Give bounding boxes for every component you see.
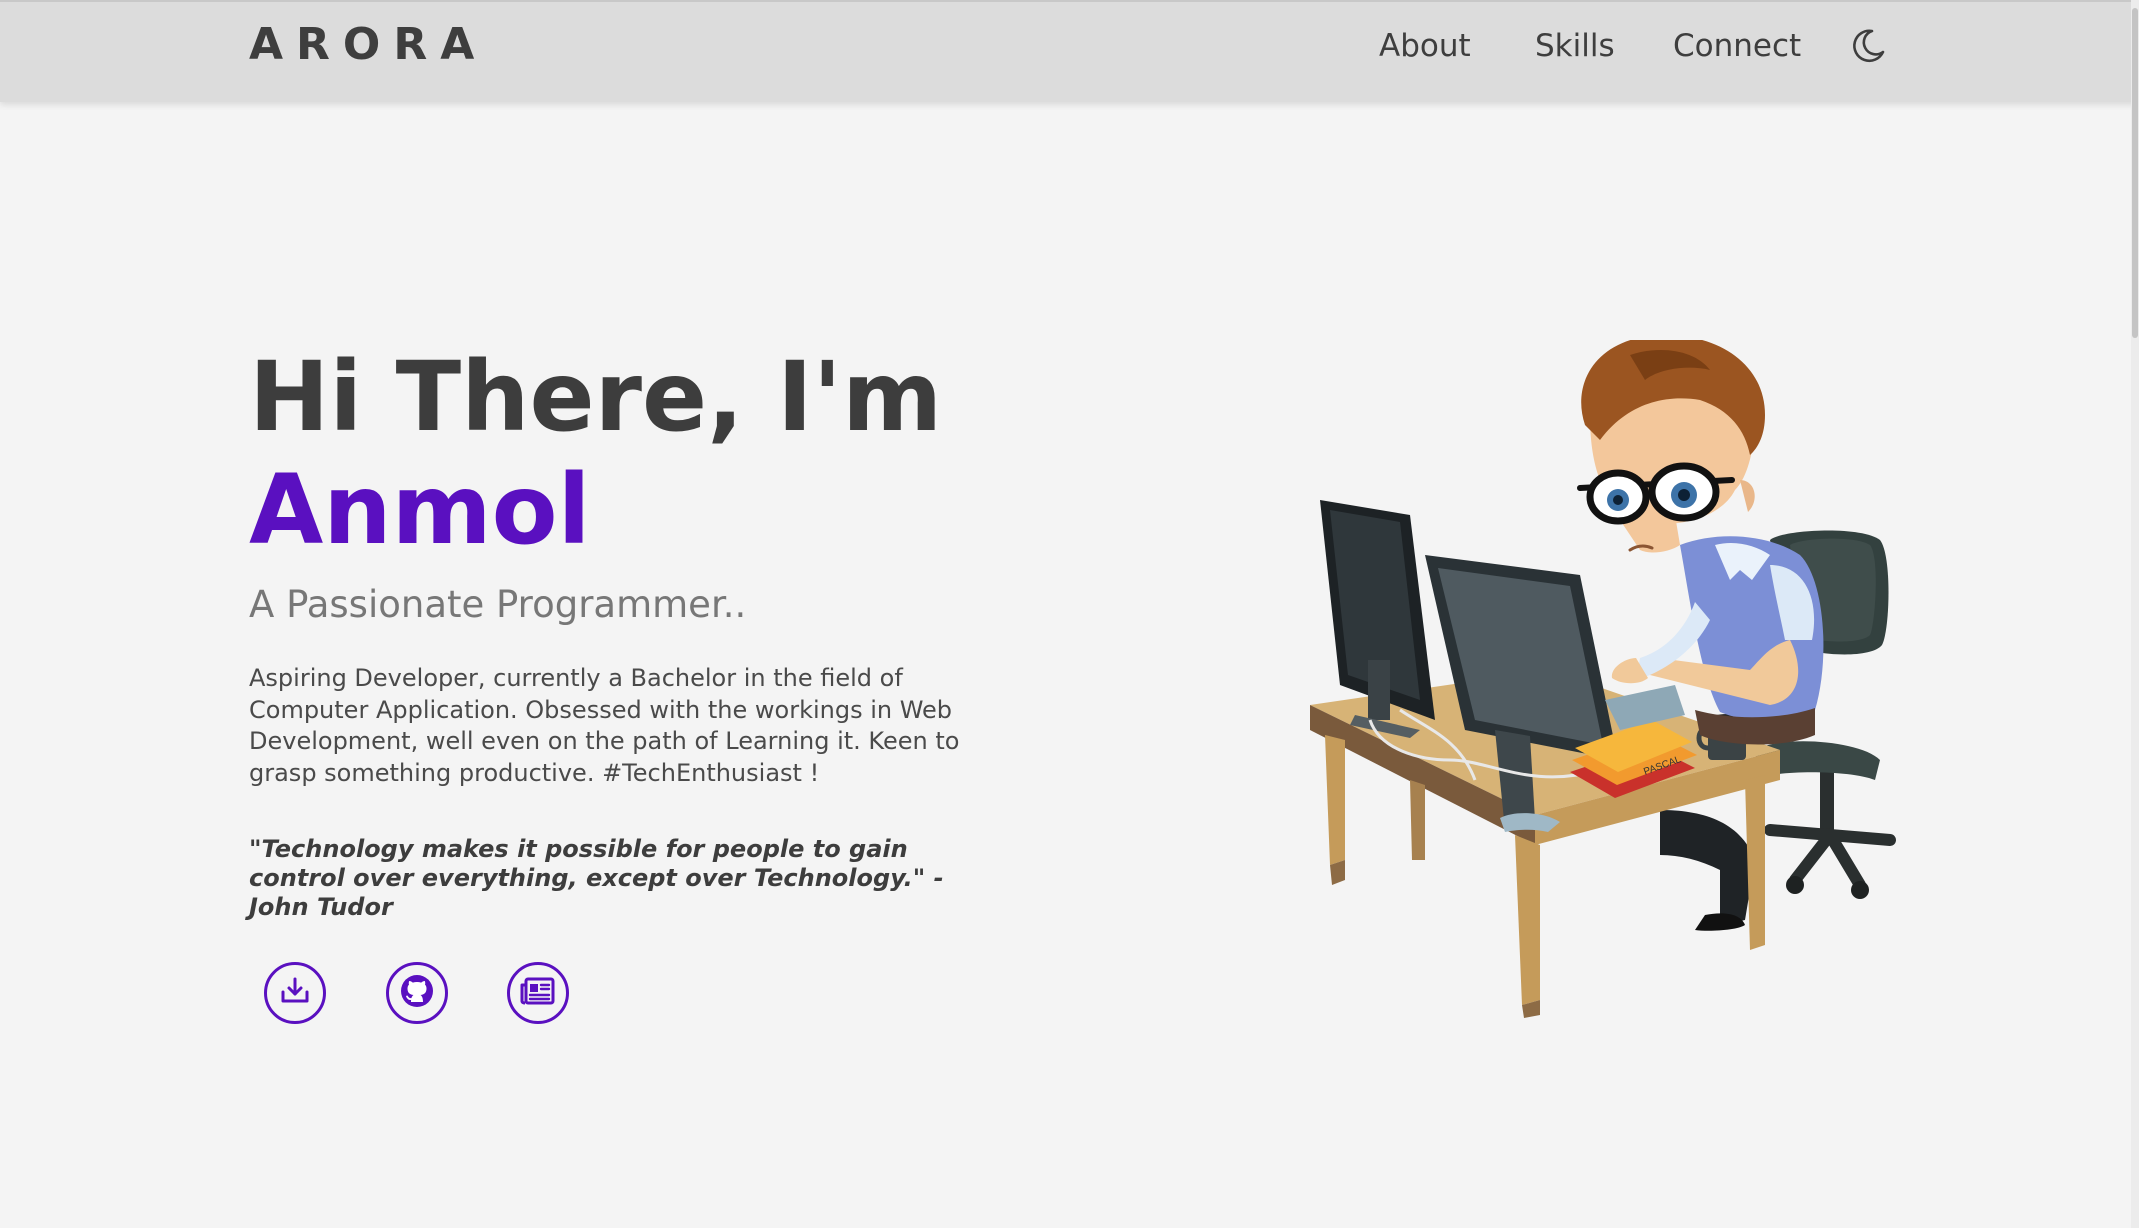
newspaper-icon xyxy=(519,974,557,1012)
site-logo[interactable]: ARORA xyxy=(249,20,487,70)
nav-link-about[interactable]: About xyxy=(1379,24,1471,68)
github-button[interactable] xyxy=(386,962,448,1024)
nav-link-skills[interactable]: Skills xyxy=(1535,24,1615,68)
programmer-illustration: PASCAL xyxy=(1300,335,1900,1020)
github-icon xyxy=(398,972,436,1014)
nav-link-connect[interactable]: Connect xyxy=(1673,24,1801,68)
blog-button[interactable] xyxy=(507,962,569,1024)
programmer-head xyxy=(1577,335,1765,553)
scrollbar-thumb[interactable] xyxy=(2132,8,2138,338)
download-icon xyxy=(278,974,312,1012)
moon-icon[interactable] xyxy=(1848,26,1888,66)
hero-greeting: Hi There, I'm xyxy=(249,341,943,453)
hero-bio: Aspiring Developer, currently a Bachelor… xyxy=(249,664,960,787)
download-resume-button[interactable] xyxy=(264,962,326,1024)
hero-name: Anmol xyxy=(249,454,591,566)
hero-tagline: A Passionate Programmer.. xyxy=(249,583,747,626)
hero-quote: "Technology makes it possible for people… xyxy=(249,835,944,921)
page-scrollbar[interactable] xyxy=(2131,0,2139,1228)
top-navbar: ARORA About Skills Connect xyxy=(0,0,2139,102)
